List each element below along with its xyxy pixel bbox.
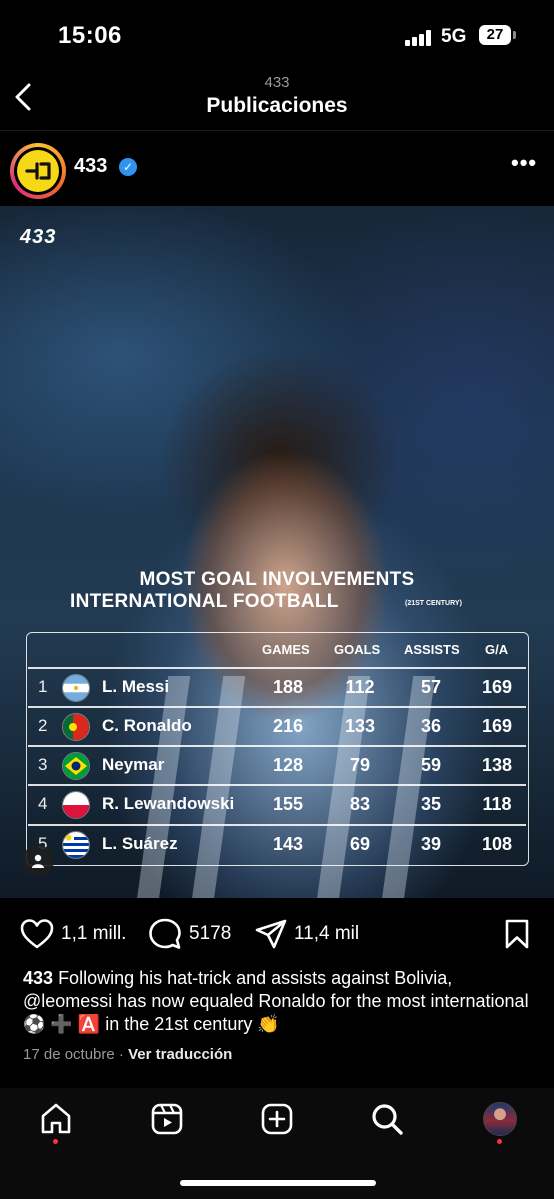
comment-icon[interactable] bbox=[148, 918, 182, 950]
player-assists: 36 bbox=[420, 716, 442, 736]
player-name: L. Messi bbox=[102, 677, 170, 696]
player-goals: 133 bbox=[344, 716, 376, 736]
bookmark-icon[interactable] bbox=[504, 918, 530, 950]
uruguay-flag-icon bbox=[62, 831, 90, 859]
battery-tip bbox=[513, 31, 516, 39]
signal-icon bbox=[405, 30, 433, 46]
col-goals: GOALS bbox=[334, 642, 381, 657]
translate-link[interactable]: Ver traducción bbox=[128, 1046, 232, 1063]
table-divider bbox=[28, 706, 526, 708]
player-games: 143 bbox=[272, 834, 304, 854]
row-rank: 1 bbox=[38, 677, 48, 696]
portugal-flag-icon bbox=[62, 713, 90, 741]
avatar[interactable] bbox=[17, 150, 59, 192]
table-divider bbox=[28, 784, 526, 786]
table-divider bbox=[28, 824, 526, 826]
comments-count[interactable]: 5178 bbox=[189, 923, 231, 945]
graphic-headline-1: MOST GOAL INVOLVEMENTS bbox=[139, 569, 415, 590]
create-icon[interactable] bbox=[260, 1102, 294, 1136]
post-date: 17 de octubre bbox=[23, 1046, 115, 1063]
argentina-flag-icon bbox=[62, 674, 90, 702]
tagged-user-icon[interactable] bbox=[22, 845, 54, 877]
profile-notification-dot bbox=[497, 1139, 502, 1144]
player-goals: 112 bbox=[345, 677, 375, 697]
row-rank: 3 bbox=[38, 755, 48, 774]
verified-icon: ✓ bbox=[119, 158, 137, 176]
status-time: 15:06 bbox=[58, 22, 122, 49]
brazil-flag-icon bbox=[62, 752, 90, 780]
433-logo-icon bbox=[25, 162, 51, 180]
profile-avatar[interactable] bbox=[483, 1102, 517, 1136]
col-games: GAMES bbox=[262, 642, 310, 657]
player-name: C. Ronaldo bbox=[102, 716, 192, 735]
row-rank: 2 bbox=[38, 716, 48, 735]
poland-flag-icon bbox=[62, 791, 90, 819]
player-goals: 69 bbox=[349, 834, 371, 854]
table-divider bbox=[28, 667, 526, 669]
player-ga: 169 bbox=[481, 716, 513, 736]
player-games: 188 bbox=[272, 677, 304, 697]
reels-icon[interactable] bbox=[150, 1102, 184, 1136]
battery-icon: 27 bbox=[479, 25, 511, 45]
player-assists: 59 bbox=[420, 755, 442, 775]
heart-icon[interactable] bbox=[20, 918, 54, 950]
home-icon[interactable] bbox=[39, 1102, 73, 1136]
post-username[interactable]: 433 bbox=[74, 155, 107, 178]
player-ga: 108 bbox=[481, 834, 513, 854]
page-title: Publicaciones bbox=[206, 94, 348, 117]
header-divider bbox=[0, 130, 554, 131]
player-name: R. Lewandowski bbox=[102, 794, 235, 813]
player-goals: 79 bbox=[349, 755, 371, 775]
player-ga: 118 bbox=[482, 794, 512, 814]
player-games: 155 bbox=[272, 794, 304, 814]
meta-separator: · bbox=[118, 1046, 124, 1063]
player-name: Neymar bbox=[102, 755, 165, 774]
graphic-headline-note: (21ST CENTURY) bbox=[405, 600, 462, 607]
graphic-headline-2: INTERNATIONAL FOOTBALL bbox=[70, 591, 339, 612]
image-brand-logo: 433 bbox=[20, 226, 57, 248]
header-account: 433 bbox=[264, 74, 290, 91]
row-rank: 4 bbox=[38, 794, 48, 813]
player-assists: 39 bbox=[420, 834, 442, 854]
home-indicator[interactable] bbox=[180, 1180, 376, 1186]
post-meta: 17 de octubre · Ver traducción bbox=[23, 1046, 232, 1063]
col-assists: ASSISTS bbox=[404, 642, 460, 657]
player-name: L. Suárez bbox=[102, 834, 178, 853]
share-icon[interactable] bbox=[254, 918, 288, 950]
caption-username[interactable]: 433 bbox=[23, 968, 53, 988]
player-ga: 169 bbox=[481, 677, 513, 697]
col-ga: G/A bbox=[485, 642, 509, 657]
player-assists: 35 bbox=[420, 794, 442, 814]
player-games: 128 bbox=[272, 755, 304, 775]
shares-count[interactable]: 11,4 mil bbox=[294, 923, 359, 945]
player-ga: 138 bbox=[481, 755, 513, 775]
more-icon[interactable]: ••• bbox=[511, 150, 537, 176]
likes-count[interactable]: 1,1 mill. bbox=[61, 923, 126, 945]
player-assists: 57 bbox=[420, 677, 442, 697]
network-label: 5G bbox=[441, 26, 467, 47]
caption-text: Following his hat-trick and assists agai… bbox=[23, 968, 529, 1034]
post-caption: 433 Following his hat-trick and assists … bbox=[23, 967, 533, 1036]
search-icon[interactable] bbox=[370, 1102, 404, 1136]
table-divider bbox=[28, 745, 526, 747]
home-notification-dot bbox=[53, 1139, 58, 1144]
player-games: 216 bbox=[272, 716, 304, 736]
player-goals: 83 bbox=[349, 794, 371, 814]
